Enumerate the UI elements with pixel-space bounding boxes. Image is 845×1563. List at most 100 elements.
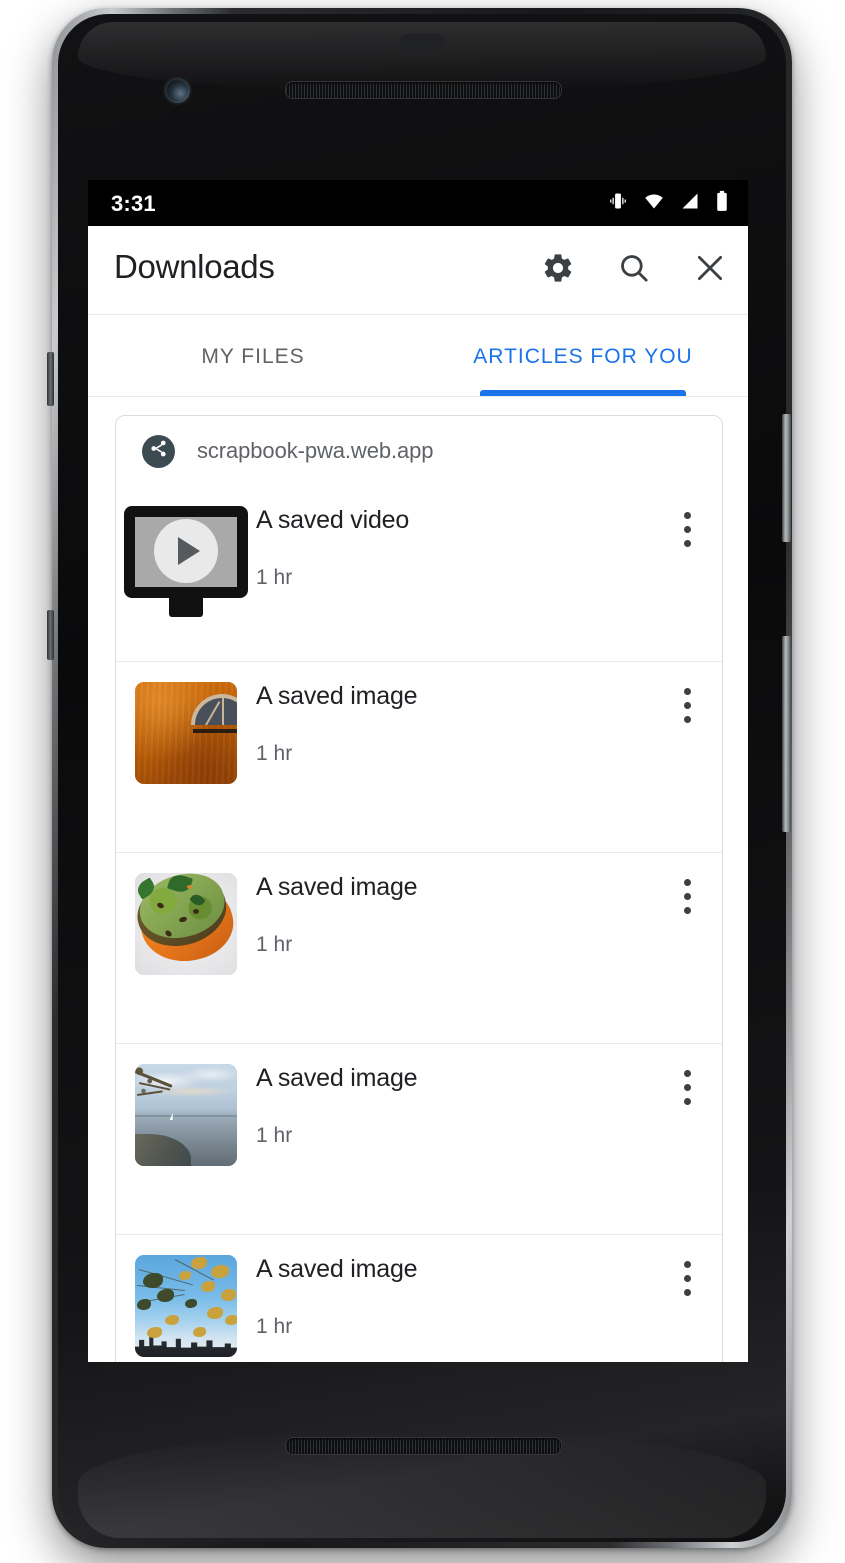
row-text-block: A saved image 1 hr	[256, 853, 652, 957]
menu-dot	[683, 702, 691, 709]
play-button-icon	[154, 519, 218, 583]
foliage-shape	[185, 1299, 197, 1308]
window-ledge	[193, 729, 237, 733]
row-text-block: A saved video 1 hr	[256, 486, 652, 590]
foliage-shape	[137, 1299, 151, 1310]
row-title: A saved image	[256, 873, 418, 901]
row-subtitle: 1 hr	[256, 933, 293, 956]
status-bar-clock: 3:31	[111, 191, 156, 216]
site-url-label: scrapbook-pwa.web.app	[197, 438, 434, 463]
menu-dot	[683, 1261, 691, 1268]
city-art	[135, 1255, 237, 1357]
foliage-shape	[201, 1281, 215, 1292]
shoreline-shape	[135, 1134, 191, 1166]
phone-screen: 3:31 Downloads MY FILES ARTICLES FOR YOU…	[88, 180, 748, 1362]
menu-dot	[683, 893, 691, 900]
tab-my-files-label: MY FILES	[201, 345, 305, 368]
search-button[interactable]	[610, 246, 658, 294]
site-badge	[142, 434, 175, 468]
search-icon	[617, 251, 651, 290]
left-antenna-band-top	[47, 352, 54, 406]
seed-shape	[187, 885, 192, 889]
menu-dot	[683, 879, 691, 886]
foliage-shape	[211, 1265, 229, 1278]
row-text-block: A saved image 1 hr	[256, 1044, 652, 1148]
app-toolbar: Downloads	[88, 226, 748, 314]
avocado-toast-photo	[135, 873, 237, 975]
row-title: A saved image	[256, 682, 418, 710]
row-thumbnail	[116, 853, 256, 975]
front-camera-lens	[165, 78, 190, 103]
left-antenna-band-bottom	[47, 610, 54, 660]
menu-dot	[683, 1098, 691, 1105]
vibrate-icon	[607, 191, 629, 216]
menu-dot	[683, 688, 691, 695]
orange-wall-photo	[135, 682, 237, 784]
card-site-header[interactable]: scrapbook-pwa.web.app	[116, 416, 722, 486]
video-placeholder-icon	[124, 506, 248, 618]
volume-rocker-button[interactable]	[782, 636, 791, 832]
row-thumbnail	[116, 1044, 256, 1166]
status-bar: 3:31	[88, 180, 748, 226]
overflow-menu-icon[interactable]	[652, 486, 722, 547]
overflow-menu-icon[interactable]	[652, 662, 722, 723]
menu-dot	[683, 1289, 691, 1296]
proximity-sensor	[400, 34, 444, 52]
earpiece-speaker-grille	[285, 81, 562, 99]
articles-list-container[interactable]: scrapbook-pwa.web.app A saved video 1 hr…	[88, 396, 748, 1362]
seaside-photo	[135, 1064, 237, 1166]
page-title: Downloads	[114, 248, 275, 285]
foliage-shape	[179, 1271, 191, 1280]
menu-dot	[683, 1070, 691, 1077]
power-button[interactable]	[782, 414, 791, 542]
table-row[interactable]: A saved video 1 hr	[116, 486, 722, 661]
bottom-speaker-grille	[285, 1437, 562, 1455]
row-subtitle: 1 hr	[256, 1124, 293, 1147]
foliage-shape	[193, 1327, 206, 1337]
overflow-menu-icon[interactable]	[652, 1044, 722, 1105]
row-title: A saved image	[256, 1255, 418, 1283]
table-row[interactable]: A saved image 1 hr	[116, 1043, 722, 1234]
close-icon	[693, 251, 727, 290]
tab-articles-for-you[interactable]: ARTICLES FOR YOU	[418, 315, 748, 396]
foliage-shape	[191, 1257, 207, 1269]
overflow-menu-icon[interactable]	[652, 1235, 722, 1296]
battery-icon	[714, 190, 730, 217]
tab-my-files[interactable]: MY FILES	[88, 315, 418, 396]
row-subtitle: 1 hr	[256, 1315, 293, 1338]
seaside-art	[135, 1064, 237, 1166]
cell-signal-icon	[679, 191, 701, 216]
menu-dot	[683, 907, 691, 914]
menu-dot	[683, 512, 691, 519]
table-row[interactable]: A saved image 1 hr	[116, 661, 722, 852]
foliage-shape	[165, 1315, 179, 1325]
row-subtitle: 1 hr	[256, 566, 293, 589]
autumn-city-photo	[135, 1255, 237, 1357]
status-bar-icons	[607, 190, 730, 217]
foliage-shape	[207, 1307, 223, 1319]
toolbar-actions	[534, 246, 734, 294]
row-thumbnail	[116, 1235, 256, 1357]
tab-bar: MY FILES ARTICLES FOR YOU	[88, 314, 748, 396]
row-text-block: A saved image 1 hr	[256, 662, 652, 766]
tv-stand-shape	[169, 598, 203, 617]
foliage-shape	[143, 1273, 163, 1288]
table-row[interactable]: A saved image 1 hr	[116, 852, 722, 1043]
menu-dot	[683, 1275, 691, 1282]
row-title: A saved video	[256, 506, 410, 534]
menu-dot	[683, 540, 691, 547]
gear-icon	[541, 251, 575, 290]
foliage-shape	[157, 1289, 174, 1302]
row-subtitle: 1 hr	[256, 742, 293, 765]
menu-dot	[683, 1084, 691, 1091]
overflow-menu-icon[interactable]	[652, 853, 722, 914]
play-triangle-shape	[177, 537, 200, 565]
foliage-shape	[225, 1315, 237, 1325]
settings-button[interactable]	[534, 246, 582, 294]
wall-art	[135, 682, 237, 784]
table-row[interactable]: A saved image 1 hr	[116, 1234, 722, 1362]
foliage-shape	[221, 1289, 236, 1301]
row-thumbnail	[116, 486, 256, 618]
food-art	[135, 873, 237, 975]
close-button[interactable]	[686, 246, 734, 294]
